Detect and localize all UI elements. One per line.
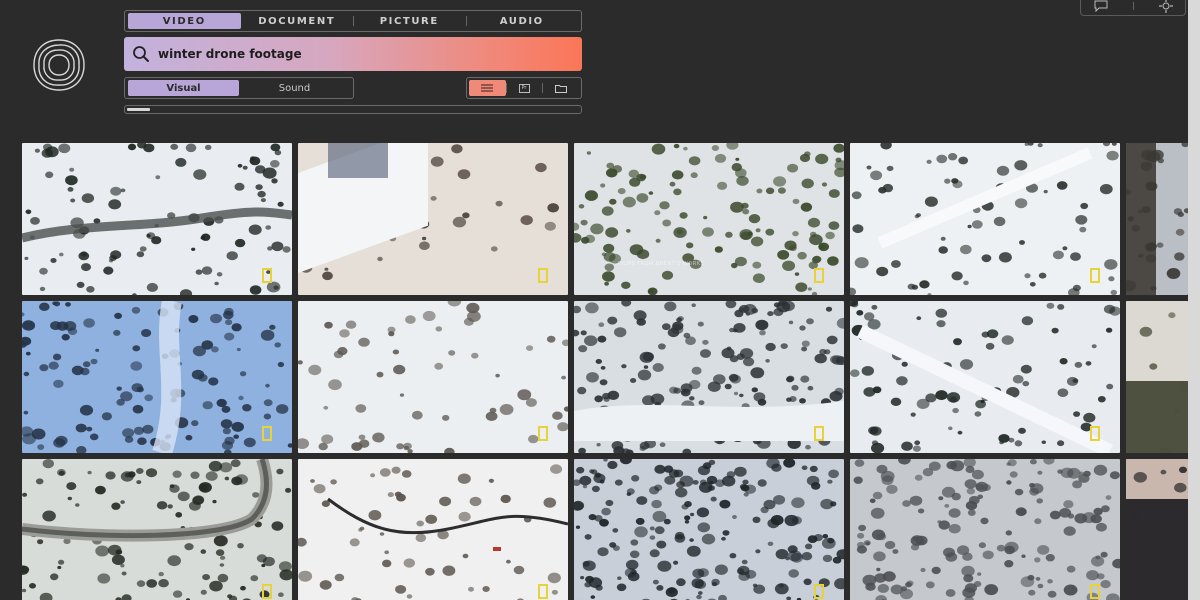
tab-picture[interactable]: PICTURE (353, 13, 466, 29)
national-geographic-icon (814, 268, 824, 283)
premiere-button[interactable]: Pr (505, 80, 543, 96)
thumbnail-image (298, 301, 568, 453)
national-geographic-icon (538, 426, 548, 441)
national-geographic-icon (262, 268, 272, 283)
national-geographic-icon (814, 426, 824, 441)
results-grid: FILMS FROM BRENT'S WORKS (22, 143, 1188, 600)
thumbnail-image (298, 143, 568, 295)
top-right-toolbar (1080, 0, 1186, 16)
thumbnail-image (850, 459, 1120, 600)
search-input[interactable] (158, 37, 582, 71)
thumbnail-image (1126, 143, 1188, 295)
thumbnail-image (574, 143, 844, 295)
search-panel: VIDEO DOCUMENT PICTURE AUDIO Visual Soun… (124, 10, 582, 114)
national-geographic-icon (538, 268, 548, 283)
tab-document[interactable]: DOCUMENT (241, 13, 354, 29)
video-thumbnail[interactable] (1126, 459, 1188, 600)
toolbar-divider (1132, 1, 1134, 10)
video-thumbnail[interactable] (1126, 143, 1188, 295)
video-thumbnail[interactable] (574, 459, 844, 600)
thumbnail-image (850, 143, 1120, 295)
search-icon[interactable] (124, 37, 158, 71)
thumbnail-image (574, 301, 844, 453)
progress-fill (127, 108, 150, 111)
video-thumbnail[interactable] (850, 301, 1120, 453)
national-geographic-icon (262, 426, 272, 441)
tab-visual[interactable]: Visual (128, 80, 239, 96)
folder-icon (554, 84, 567, 93)
search-mode-tabs: Visual Sound (124, 77, 354, 99)
video-thumbnail[interactable] (298, 459, 568, 600)
video-thumbnail[interactable] (298, 143, 568, 295)
app-logo (33, 39, 85, 91)
national-geographic-icon (1090, 268, 1100, 283)
video-thumbnail[interactable] (22, 459, 292, 600)
list-view-button[interactable] (469, 80, 506, 96)
video-thumbnail[interactable] (850, 143, 1120, 295)
list-view-icon (481, 84, 494, 92)
thumbnail-image (1126, 459, 1188, 600)
tab-audio[interactable]: AUDIO (465, 13, 579, 29)
tab-sound[interactable]: Sound (239, 80, 350, 96)
video-thumbnail[interactable]: FILMS FROM BRENT'S WORKS (574, 143, 844, 295)
thumbnail-image (850, 301, 1120, 453)
premiere-icon: Pr (518, 83, 530, 93)
national-geographic-icon (262, 584, 272, 599)
national-geographic-icon (1090, 426, 1100, 441)
video-thumbnail[interactable] (1126, 301, 1188, 453)
video-thumbnail[interactable] (22, 143, 292, 295)
tab-video[interactable]: VIDEO (128, 13, 241, 29)
thumbnail-image (22, 301, 292, 453)
thumbnail-image (1126, 301, 1188, 453)
thumbnail-image (574, 459, 844, 600)
view-toggle: Pr (466, 77, 582, 99)
search-bar (124, 37, 582, 71)
thumbnail-caption: FILMS FROM BRENT'S WORKS (618, 261, 705, 267)
video-thumbnail[interactable] (850, 459, 1120, 600)
folder-button[interactable] (542, 80, 579, 96)
national-geographic-icon (814, 584, 824, 599)
settings-icon[interactable] (1158, 0, 1173, 13)
thumbnail-image (298, 459, 568, 600)
loading-progress-bar (124, 105, 582, 114)
video-thumbnail[interactable] (22, 301, 292, 453)
national-geographic-icon (538, 584, 548, 599)
video-thumbnail[interactable] (574, 301, 844, 453)
thumbnail-image (22, 143, 292, 295)
media-type-tabs: VIDEO DOCUMENT PICTURE AUDIO (124, 10, 582, 32)
video-thumbnail[interactable] (298, 301, 568, 453)
thumbnail-image (22, 459, 292, 600)
window-edge (1188, 0, 1200, 600)
chat-icon[interactable] (1094, 0, 1108, 12)
national-geographic-icon (1090, 584, 1100, 599)
